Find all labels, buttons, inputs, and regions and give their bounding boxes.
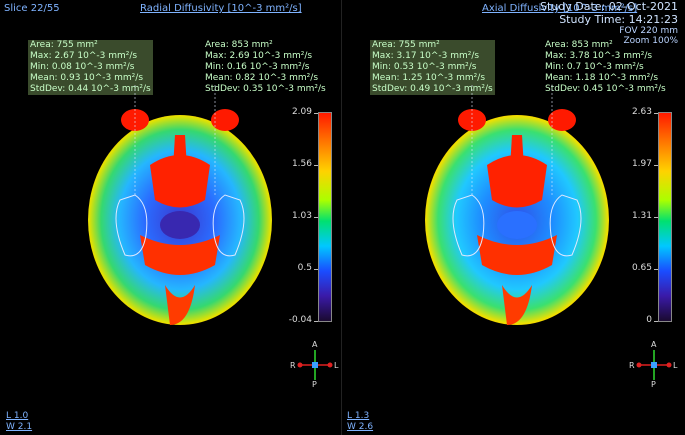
colorbar-tick-label: 2.63: [631, 107, 652, 117]
roi-area: Area: 755 mm²: [370, 40, 495, 51]
roi-area: Area: 853 mm²: [205, 40, 273, 50]
study-time: Study Time: 14:21:23: [559, 13, 678, 26]
fov: FOV 220 mm: [619, 26, 678, 36]
orientation-cube-icon[interactable]: A P R L: [629, 340, 679, 390]
colorbar-tick-label: 0.5: [297, 263, 312, 273]
colorbar-tick-label: 0: [646, 315, 652, 325]
roi-mean: Mean: 0.82 10^-3 mm²/s: [205, 73, 319, 83]
colorbar-tick-label: -0.04: [288, 315, 312, 325]
colorbar-tick: [654, 321, 658, 322]
slice-indicator: Slice 22/55: [4, 3, 60, 14]
roi-area: Area: 853 mm²: [545, 40, 613, 50]
colorbar-tick: [654, 217, 658, 218]
roi-min: Min: 0.7 10^-3 mm²/s: [545, 62, 644, 72]
level-value: L 1.0: [6, 411, 29, 421]
colorbar-tick-label: 1.97: [631, 159, 652, 169]
map-title[interactable]: Radial Diffusivity [10^-3 mm²/s]: [140, 3, 302, 14]
colorbar-tick-label: 1.03: [291, 211, 312, 221]
colorbar-tick: [314, 113, 318, 114]
colorbar-tick-label: 1.31: [631, 211, 652, 221]
roi-area: Area: 755 mm²: [28, 40, 153, 51]
roi-max: Max: 2.67 10^-3 mm²/s: [28, 51, 153, 62]
roi-mean: Mean: 1.25 10^-3 mm²/s: [370, 73, 495, 84]
roi-max: Max: 2.69 10^-3 mm²/s: [205, 51, 313, 61]
dual-image-viewer: Slice 22/55 Radial Diffusivity [10^-3 mm…: [0, 0, 685, 435]
colorbar-tick-label: 2.09: [291, 107, 312, 117]
level-value: L 1.3: [347, 411, 370, 421]
roi-min: Min: 0.08 10^-3 mm²/s: [28, 62, 153, 73]
study-date: Study Date: 02-Oct-2021: [539, 0, 678, 13]
colorbar-tick: [314, 165, 318, 166]
colorbar-tick: [654, 269, 658, 270]
window-level-readout[interactable]: L 1.0 W 2.1: [6, 411, 32, 433]
colorbar-tick-label: 1.56: [291, 159, 312, 169]
colorbar-tick: [314, 321, 318, 322]
roi-mean: Mean: 0.93 10^-3 mm²/s: [28, 73, 153, 84]
brain-scan-image[interactable]: [417, 85, 617, 335]
roi-min: Min: 0.53 10^-3 mm²/s: [370, 62, 495, 73]
window-level-readout[interactable]: L 1.3 W 2.6: [347, 411, 373, 433]
window-value: W 2.6: [347, 422, 374, 432]
colorbar: [318, 112, 332, 322]
colorbar: [658, 112, 672, 322]
orientation-cube-icon[interactable]: A P R L: [290, 340, 340, 390]
roi-max: Max: 3.17 10^-3 mm²/s: [370, 51, 495, 62]
colorbar-tick: [654, 165, 658, 166]
colorbar-tick: [314, 269, 318, 270]
roi-min: Min: 0.16 10^-3 mm²/s: [205, 62, 310, 72]
colorbar-tick: [314, 217, 318, 218]
roi-mean: Mean: 1.18 10^-3 mm²/s: [545, 73, 659, 83]
colorbar-tick: [654, 113, 658, 114]
viewport-axial-diffusivity[interactable]: Axial Diffusivity [10^-3 mm²/s] Study Da…: [342, 0, 684, 435]
colorbar-tick-label: 0.65: [631, 263, 652, 273]
window-value: W 2.1: [6, 422, 33, 432]
roi-max: Max: 3.78 10^-3 mm²/s: [545, 51, 653, 61]
viewport-radial-diffusivity[interactable]: Slice 22/55 Radial Diffusivity [10^-3 mm…: [0, 0, 342, 435]
brain-scan-image[interactable]: [80, 85, 280, 335]
